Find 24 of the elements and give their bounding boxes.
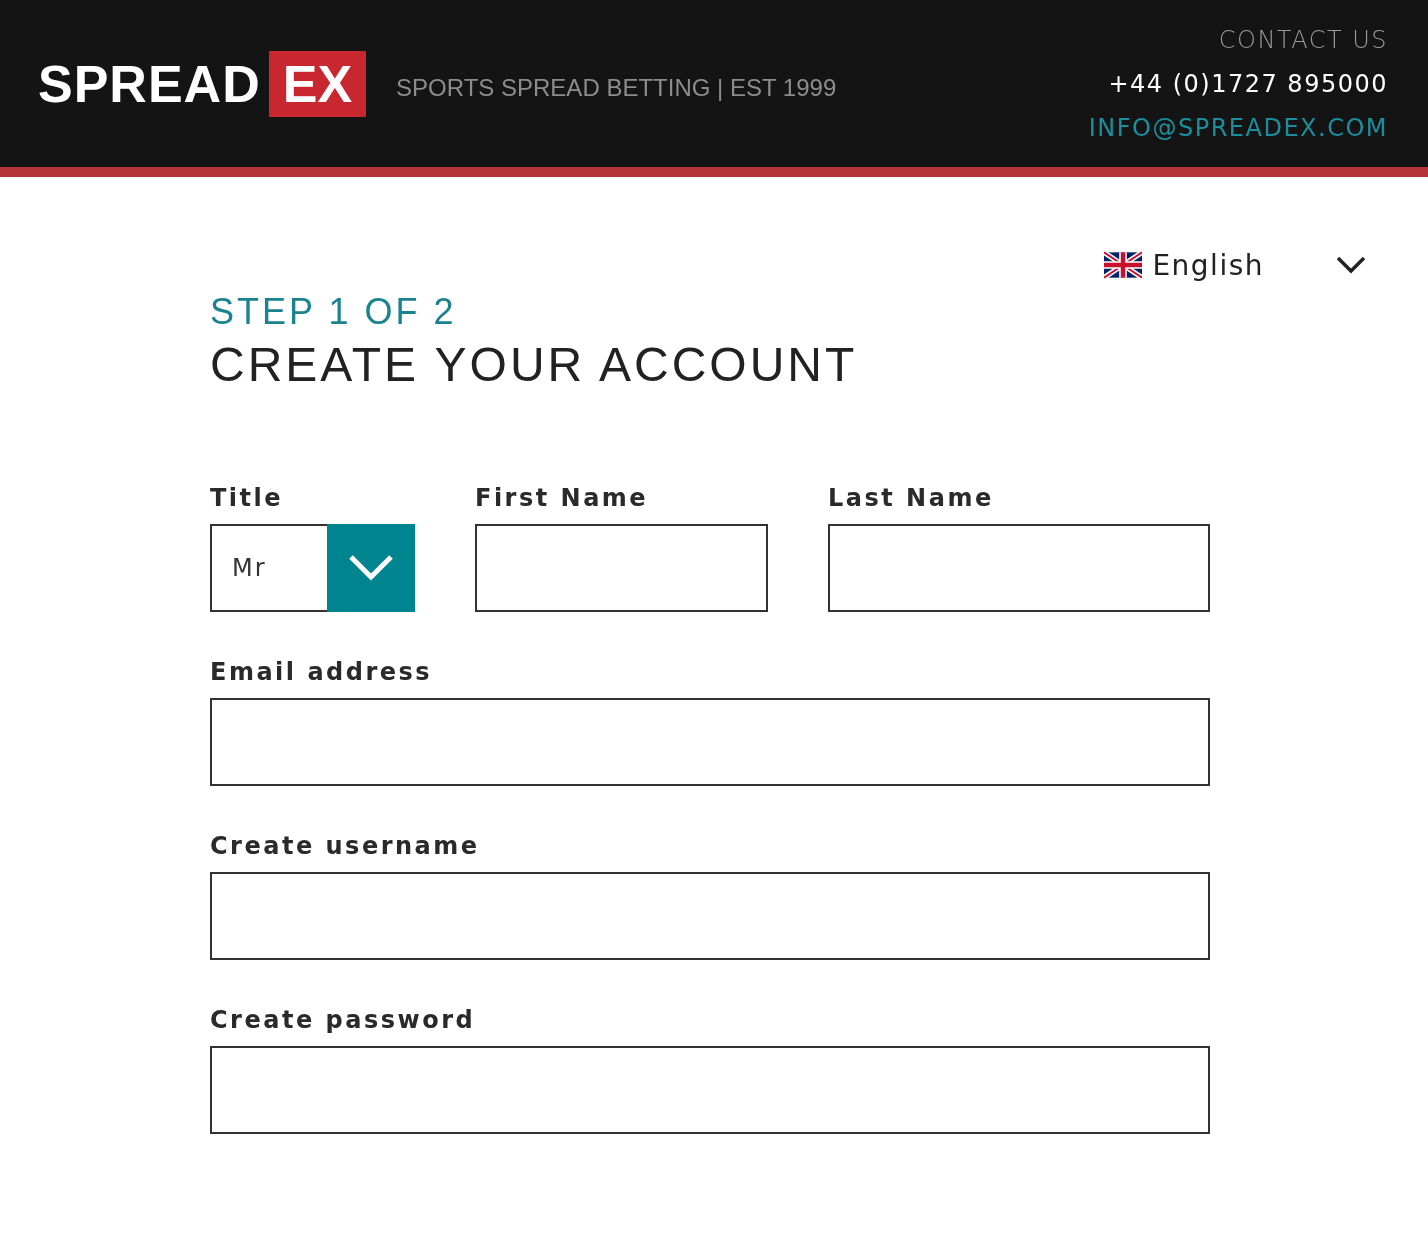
input-field[interactable] [475,524,768,612]
chevron-down-icon [348,554,394,582]
field-label: Title [210,484,285,512]
phone-number: +44 (0)1727 895000 [1108,69,1388,98]
field-label: Last Name [828,484,995,512]
field-label: Create username [210,832,481,860]
title-select[interactable]: Mr [210,524,415,612]
language-select[interactable]: English [210,177,1428,285]
field-label: Email address [210,658,434,686]
field-label: First Name [475,484,650,512]
tagline: SPORTS SPREAD BETTING | EST 1999 [396,73,837,102]
logo-wordmark: SPREAD [38,53,261,114]
field-label: Create password [210,1006,477,1034]
email-link[interactable]: INFO@SPREADEX.COM [1088,113,1388,142]
flag-icon [1104,251,1143,279]
contact-heading: CONTACT US [1218,25,1388,54]
chevron-down-icon [1336,256,1366,274]
input-field[interactable] [828,524,1210,612]
page-heading: CREATE YOUR ACCOUNT [210,337,859,392]
input-field[interactable] [210,872,1210,960]
input-field[interactable] [210,1046,1210,1134]
step-indicator: STEP 1 OF 2 [210,291,458,333]
input-field[interactable] [210,698,1210,786]
logo-badge: EX [268,50,367,117]
